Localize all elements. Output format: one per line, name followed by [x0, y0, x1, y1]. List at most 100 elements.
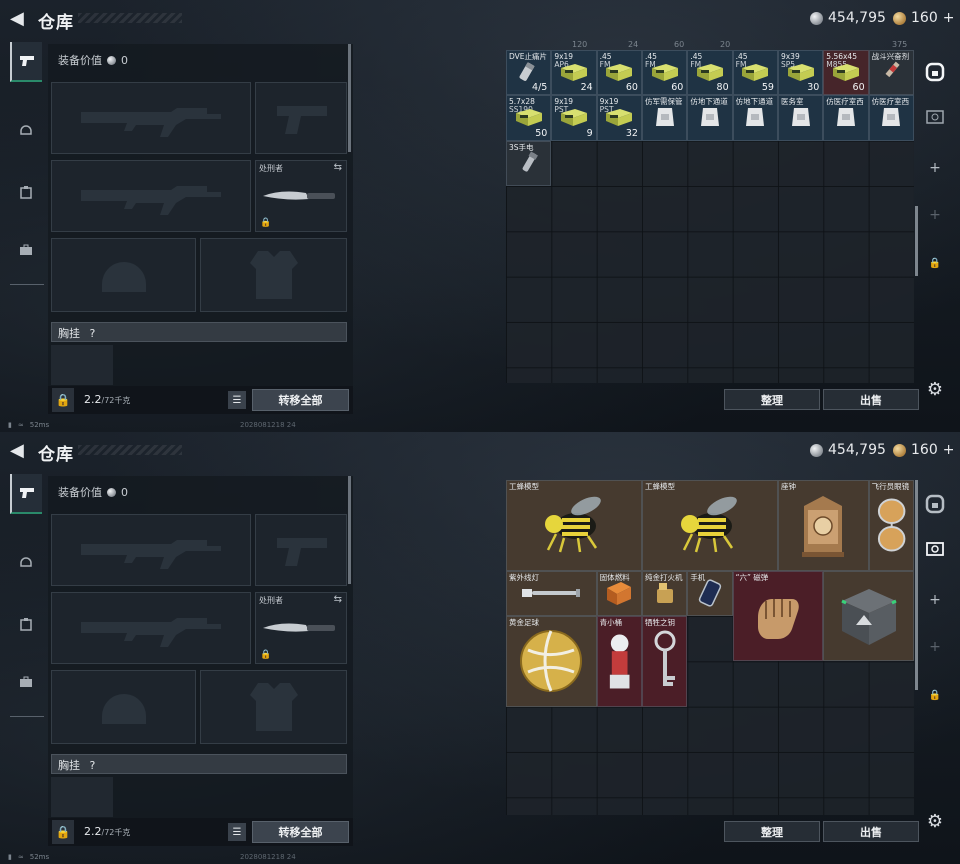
sort-button[interactable]: 整理	[724, 389, 820, 410]
inventory-item[interactable]: 仿军需保管	[641, 95, 688, 141]
collectible-item[interactable]	[823, 570, 914, 662]
stash-tab-icon[interactable]	[922, 491, 948, 517]
chest-rig-header[interactable]: 胸挂 ?	[51, 754, 347, 774]
helmet-category-icon[interactable]	[10, 110, 42, 150]
sidearm-slot[interactable]	[255, 514, 347, 586]
gold-add-icon[interactable]: +	[943, 442, 955, 458]
loadout-scrollbar[interactable]	[348, 476, 351, 584]
inventory-scrollbar[interactable]	[915, 480, 918, 690]
primary-weapon-slot[interactable]	[51, 514, 251, 586]
inventory-item[interactable]: 仿地下通道	[732, 95, 778, 141]
inventory-grid[interactable]: 工蜂模型 工蜂模型 座钟 飞行员眼镜 紫外线灯 固体燃料 纯金打火机 手机 “六” 磁弹 黄金足球…	[506, 480, 914, 815]
sell-button[interactable]: 出售	[823, 821, 919, 842]
add-tab-icon[interactable]: +	[922, 587, 948, 613]
safe-box-icon[interactable]	[922, 105, 948, 131]
inventory-item[interactable]: 5.56x45 M855 60	[823, 50, 869, 96]
chest-rig-slot[interactable]	[51, 777, 113, 817]
gear-icon[interactable]: ⚙	[924, 378, 946, 400]
primary-weapon-slot[interactable]	[51, 82, 251, 154]
list-view-icon[interactable]: ☰	[228, 391, 246, 409]
build-id: 2028081218 24	[240, 853, 296, 861]
inventory-item[interactable]: 9x19 PST 9	[551, 95, 597, 141]
collectible-item[interactable]: 青小桶	[596, 615, 642, 707]
help-icon[interactable]: ?	[90, 759, 96, 772]
lock-button[interactable]: 🔒	[52, 820, 74, 844]
pistol-category-icon[interactable]	[10, 474, 42, 514]
case-category-icon[interactable]	[10, 662, 42, 702]
safe-box-icon[interactable]	[922, 537, 948, 563]
collectible-item[interactable]: 工蜂模型	[506, 480, 642, 571]
back-arrow-icon[interactable]: ◀	[10, 442, 30, 460]
pistol-category-icon[interactable]	[10, 42, 42, 82]
collectible-item[interactable]: 纯金打火机	[641, 570, 688, 616]
collectible-item[interactable]: “六” 磁弹	[732, 570, 824, 662]
silver-balance[interactable]: 454,795	[810, 10, 886, 26]
inventory-item[interactable]: DVE止痛片 4/5	[506, 50, 552, 96]
collectible-item[interactable]: 手机	[687, 570, 733, 616]
collectible-item[interactable]: 紫外线灯	[506, 570, 597, 616]
fuel-box-icon	[602, 580, 637, 606]
add-tab-icon[interactable]: +	[922, 155, 948, 181]
inventory-grid[interactable]: DVE止痛片 4/5 9x19 AP6 24.45 FM 60.45 FM 60.45 FM 80.…	[506, 50, 914, 383]
gauze-bag-icon	[647, 104, 682, 130]
inventory-item[interactable]: 医务室	[777, 95, 824, 141]
inventory-item[interactable]: 仿医疗室西	[823, 95, 869, 141]
inventory-item[interactable]: .45 FM 59	[732, 50, 778, 96]
inventory-item[interactable]: 5.7x28 SS190 50	[506, 95, 552, 141]
melee-slot[interactable]: 处刑者 ⇆ 🔒	[255, 160, 347, 232]
case-category-icon[interactable]	[10, 230, 42, 270]
helmet-slot[interactable]	[51, 238, 196, 312]
warehouse-screen-ammo: ◀ 仓库 454,795 160 + 装备价值 0 处刑者 ⇆ 🔒 胸挂 ? 🔒…	[0, 0, 960, 432]
inventory-item[interactable]: 9x19 AP6 24	[551, 50, 597, 96]
chest-rig-header[interactable]: 胸挂 ?	[51, 322, 347, 342]
help-icon[interactable]: ?	[90, 327, 96, 340]
backpack-category-icon[interactable]	[10, 604, 42, 644]
inventory-item[interactable]: 9x39 SP5 30	[777, 50, 824, 96]
transfer-all-button[interactable]: 转移全部	[252, 389, 349, 411]
gold-balance[interactable]: 160 +	[893, 10, 954, 26]
warehouse-screen-collectibles: ◀ 仓库 454,795 160 + 装备价值 0 处刑者 ⇆ 🔒 胸挂 ? 🔒…	[0, 432, 960, 864]
collectible-item[interactable]: 飞行员眼镜	[868, 480, 914, 571]
gold-balance[interactable]: 160 +	[893, 442, 954, 458]
mantel-clock-icon	[783, 489, 864, 561]
secondary-weapon-slot[interactable]	[51, 160, 251, 232]
gear-icon[interactable]: ⚙	[924, 810, 946, 832]
chest-rig-slot[interactable]	[51, 345, 113, 385]
transfer-all-button[interactable]: 转移全部	[252, 821, 349, 843]
sell-button[interactable]: 出售	[823, 389, 919, 410]
inventory-item[interactable]: 3S手电	[506, 140, 552, 186]
loadout-scrollbar[interactable]	[348, 44, 351, 152]
carry-weight: 2.2/72千克	[84, 393, 130, 406]
helmet-category-icon[interactable]	[10, 542, 42, 582]
armor-slot[interactable]	[200, 238, 347, 312]
collectible-item[interactable]: 牺牲之钥	[641, 615, 688, 707]
header-fragment: 20	[720, 40, 731, 49]
inventory-item[interactable]: .45 FM 60	[641, 50, 688, 96]
collectible-item[interactable]: 固体燃料	[596, 570, 642, 616]
backpack-category-icon[interactable]	[10, 172, 42, 212]
stash-tab-icon[interactable]	[922, 59, 948, 85]
melee-slot[interactable]: 处刑者 ⇆ 🔒	[255, 592, 347, 664]
helmet-slot[interactable]	[51, 670, 196, 744]
inventory-item[interactable]: .45 FM 80	[687, 50, 733, 96]
collectible-item[interactable]: 工蜂模型	[641, 480, 778, 571]
secondary-weapon-slot[interactable]	[51, 592, 251, 664]
inventory-item[interactable]: 仿医疗室西	[868, 95, 914, 141]
inventory-scrollbar[interactable]	[915, 206, 918, 276]
gauze-bag-icon	[738, 104, 773, 130]
armor-slot[interactable]	[200, 670, 347, 744]
lock-button[interactable]: 🔒	[52, 388, 74, 412]
silver-balance[interactable]: 454,795	[810, 442, 886, 458]
collectible-item[interactable]: 座钟	[777, 480, 869, 571]
carry-weight: 2.2/72千克	[84, 825, 130, 838]
list-view-icon[interactable]: ☰	[228, 823, 246, 841]
inventory-item[interactable]: 9x19 PST 32	[596, 95, 642, 141]
back-arrow-icon[interactable]: ◀	[10, 10, 30, 28]
sort-button[interactable]: 整理	[724, 821, 820, 842]
collectible-item[interactable]: 黄金足球	[506, 615, 597, 707]
inventory-item[interactable]: .45 FM 60	[596, 50, 642, 96]
gold-add-icon[interactable]: +	[943, 10, 955, 26]
sidearm-slot[interactable]	[255, 82, 347, 154]
inventory-item[interactable]: 仿地下通道	[687, 95, 733, 141]
inventory-item[interactable]: 战斗兴奋剂	[868, 50, 914, 96]
